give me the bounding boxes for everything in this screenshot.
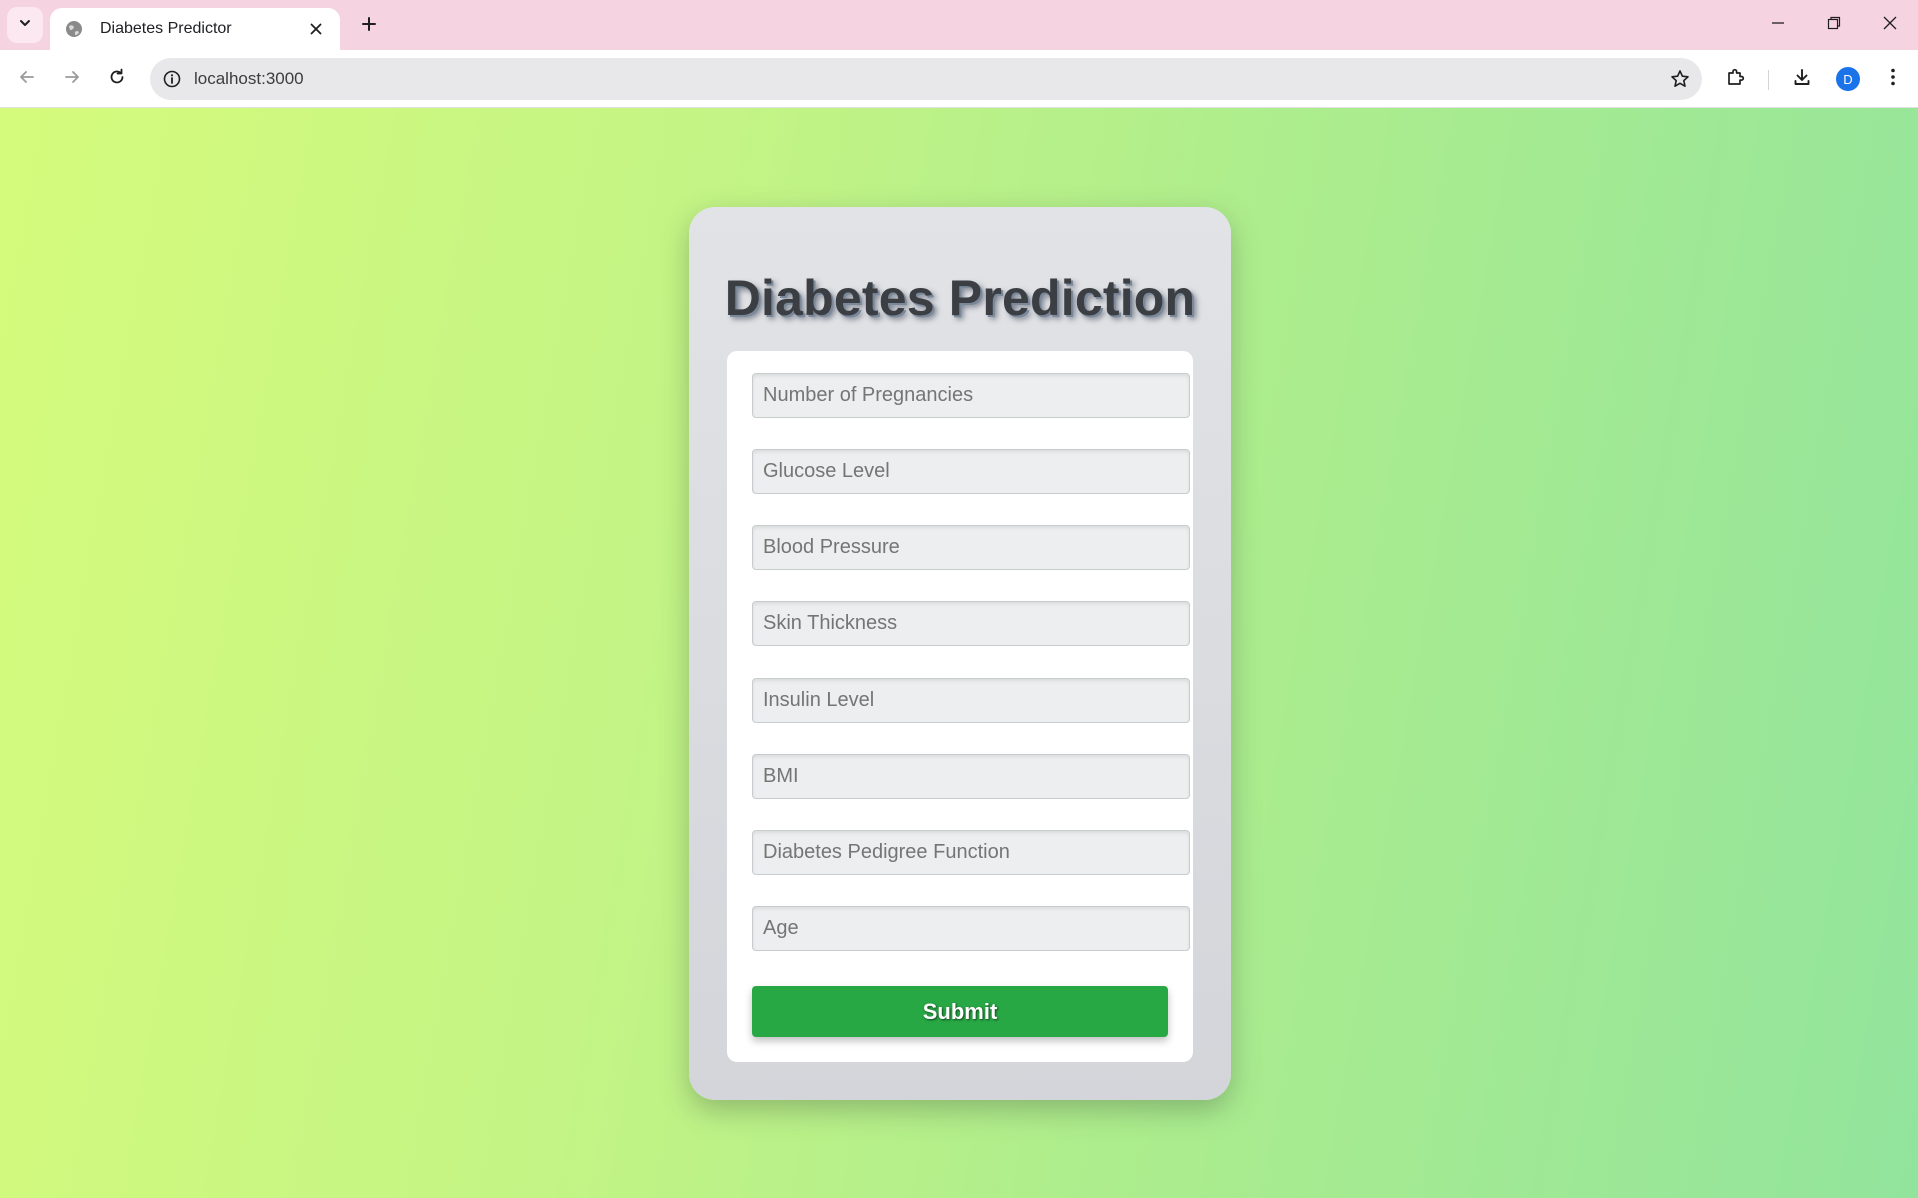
- pedigree-function-field[interactable]: [752, 830, 1190, 875]
- close-window-button[interactable]: [1862, 0, 1918, 50]
- globe-icon: [64, 19, 84, 39]
- active-tab[interactable]: Diabetes Predictor: [50, 8, 340, 50]
- prediction-form: Submit: [727, 351, 1193, 1062]
- new-tab-button[interactable]: [353, 10, 385, 42]
- minimize-button[interactable]: [1750, 0, 1806, 50]
- profile-avatar[interactable]: D: [1836, 67, 1860, 91]
- insulin-field[interactable]: [752, 678, 1190, 723]
- forward-button[interactable]: [54, 61, 90, 97]
- info-icon[interactable]: [150, 58, 194, 100]
- glucose-field[interactable]: [752, 449, 1190, 494]
- back-button[interactable]: [9, 61, 45, 97]
- kebab-menu-icon: [1890, 67, 1896, 92]
- extensions-button[interactable]: [1718, 61, 1754, 97]
- arrow-right-icon: [63, 68, 81, 91]
- minimize-icon: [1771, 16, 1785, 35]
- star-icon[interactable]: [1658, 58, 1702, 100]
- submit-button[interactable]: Submit: [752, 986, 1168, 1037]
- plus-icon: [361, 16, 377, 37]
- blood-pressure-field[interactable]: [752, 525, 1190, 570]
- restore-button[interactable]: [1806, 0, 1862, 50]
- reload-icon: [108, 68, 126, 91]
- arrow-left-icon: [18, 68, 36, 91]
- tab-title: Diabetes Predictor: [100, 20, 232, 37]
- toolbar-divider: [1768, 70, 1769, 90]
- chevron-down-icon: [18, 16, 32, 35]
- download-icon: [1792, 67, 1812, 92]
- tab-search-button[interactable]: [7, 7, 43, 43]
- page-viewport: Diabetes Prediction Submit: [0, 108, 1918, 1198]
- age-field[interactable]: [752, 906, 1190, 951]
- tab-strip: Diabetes Predictor: [0, 0, 1918, 50]
- page-title: Diabetes Prediction: [724, 270, 1196, 326]
- close-icon[interactable]: [304, 17, 328, 41]
- prediction-card: Diabetes Prediction Submit: [689, 207, 1231, 1100]
- pregnancies-field[interactable]: [752, 373, 1190, 418]
- downloads-button[interactable]: [1784, 61, 1820, 97]
- browser-toolbar: localhost:3000 D: [0, 50, 1918, 108]
- close-window-icon: [1883, 16, 1897, 35]
- reload-button[interactable]: [99, 61, 135, 97]
- skin-thickness-field[interactable]: [752, 601, 1190, 646]
- restore-icon: [1827, 16, 1841, 35]
- address-bar[interactable]: localhost:3000: [150, 58, 1702, 100]
- puzzle-icon: [1726, 67, 1746, 92]
- url-text: localhost:3000: [194, 69, 304, 88]
- browser-menu-button[interactable]: [1875, 61, 1911, 97]
- bmi-field[interactable]: [752, 754, 1190, 799]
